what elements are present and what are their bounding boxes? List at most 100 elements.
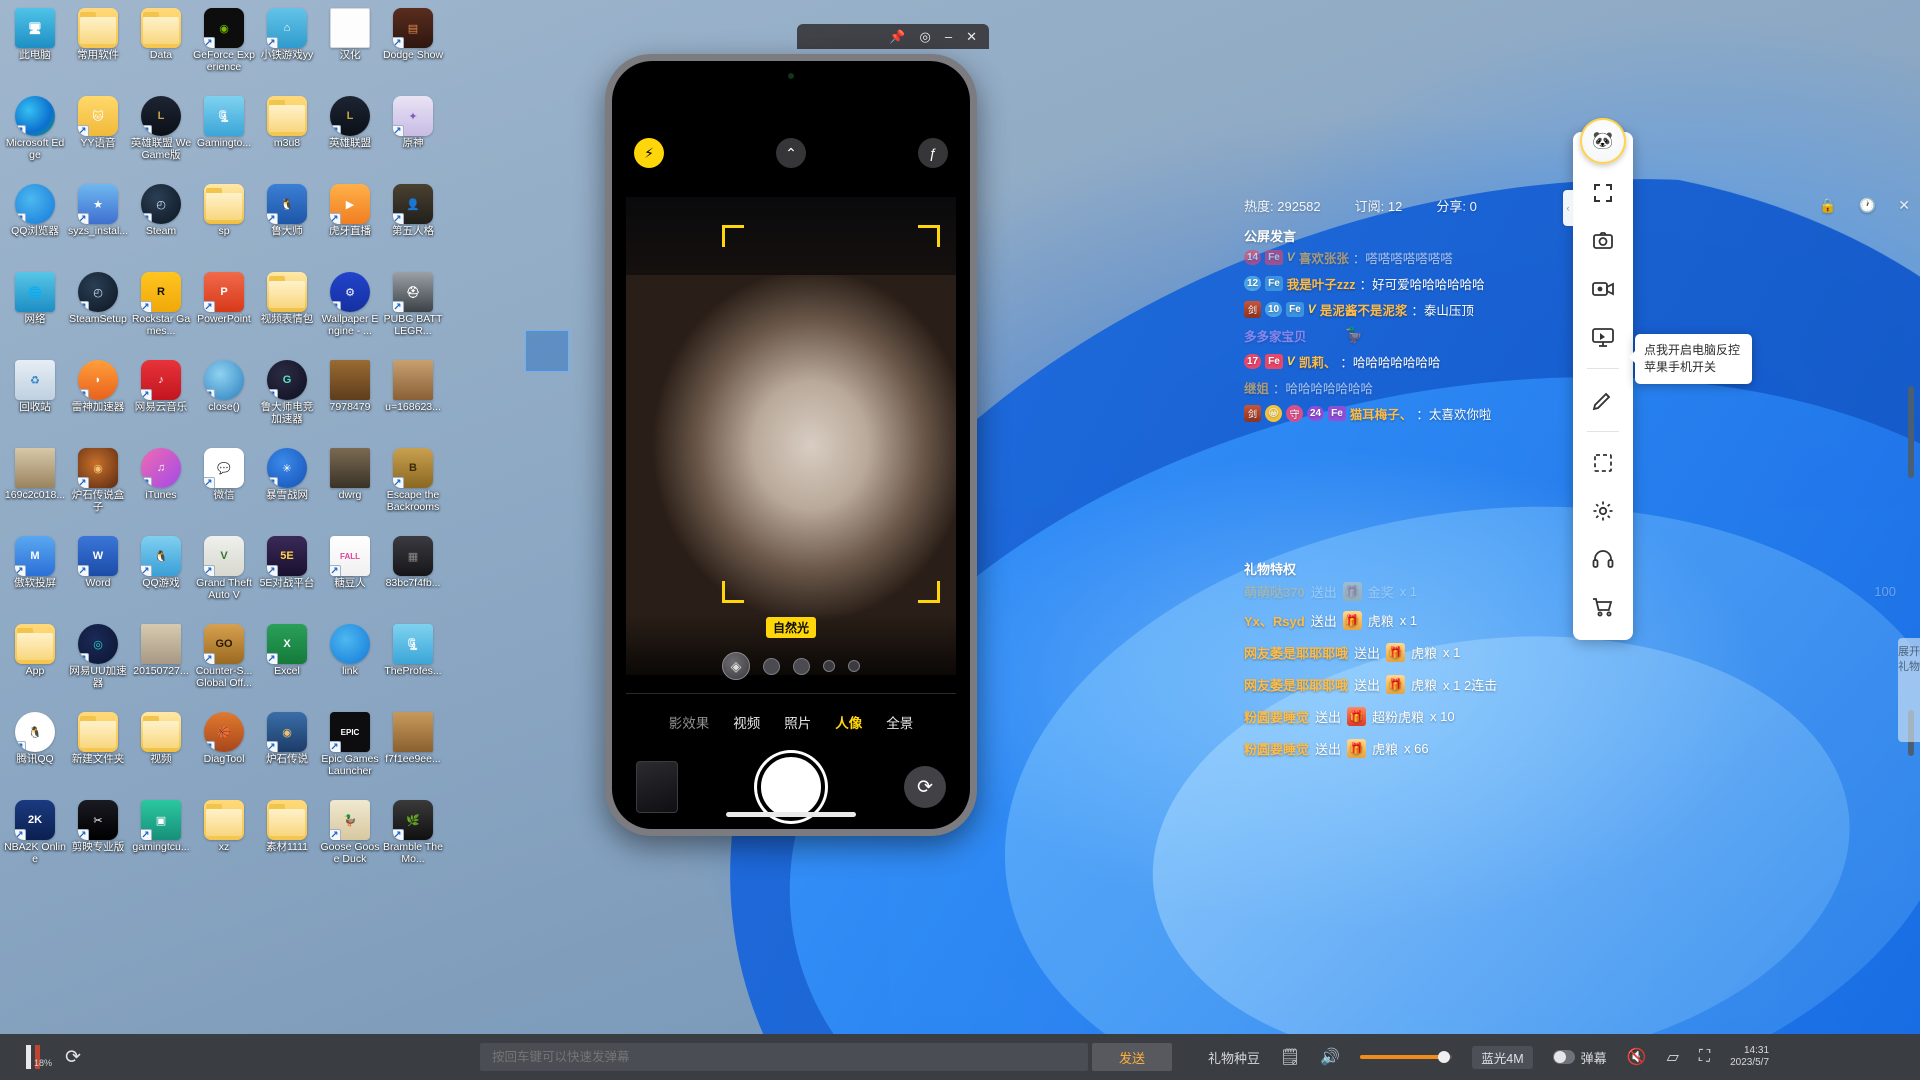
minimize-button[interactable]: – [945,30,952,43]
gift-sender-name[interactable]: 粉圆要睡觉 [1244,707,1309,726]
chat-message-row[interactable]: 继姐 ：哈哈哈哈哈哈哈 [1244,374,1896,400]
volume-slider[interactable] [1360,1051,1453,1063]
camera-mode-0[interactable]: 影效果 [669,712,710,732]
desktop-icon-14[interactable]: ↗ QQ浏览器 [4,180,66,268]
desktop-icon-46[interactable]: 5E ↗ 5E对战平台 [256,532,318,620]
danmu-input[interactable] [480,1043,1088,1071]
desktop-icon-51[interactable]: 20150727... [130,620,192,708]
pause-icon[interactable]: 18% [16,1042,52,1072]
desktop-icon-16[interactable]: ◴ ↗ Steam [130,180,192,268]
desktop-icon-50[interactable]: ◎ ↗ 网易UU加速器 [67,620,129,708]
danmu-toggle[interactable]: 弹幕 [1552,1048,1607,1067]
desktop-icon-36[interactable]: ◉ ↗ 炉石传说盒子 [67,444,129,532]
lock-icon[interactable]: 🔒 [1819,197,1836,214]
quality-selector[interactable]: 蓝光4M [1472,1045,1533,1069]
desktop-icon-40[interactable]: dwrg [319,444,381,532]
desktop-icon-15[interactable]: ★ ↗ syzs_instal... [67,180,129,268]
pip-icon[interactable]: ▱ [1667,1047,1679,1067]
desktop-icon-53[interactable]: X ↗ Excel [256,620,318,708]
desktop-icon-54[interactable]: link [319,620,381,708]
desktop-icon-39[interactable]: ✳ ↗ 暴雪战网 [256,444,318,532]
desktop-icon-1[interactable]: 常用软件 [67,4,129,92]
desktop-icon-11[interactable]: m3u8 [256,92,318,180]
camera-mode-1[interactable]: 视频 [733,712,760,732]
close-icon[interactable]: ✕ [1898,197,1910,214]
desktop-icon-24[interactable]: P ↗ PowerPoint [193,268,255,356]
flip-camera-icon[interactable]: ⟳ [904,766,946,808]
camera-viewfinder[interactable] [626,197,956,675]
shutter-button[interactable] [757,753,825,821]
gift-sender-name[interactable]: 网友萎是耶耶耶哦 [1244,643,1348,662]
desktop-icon-30[interactable]: ♪ ↗ 网易云音乐 [130,356,192,444]
camera-mode-3[interactable]: 人像 [835,712,862,732]
desktop-icon-45[interactable]: V ↗ Grand Theft Auto V [193,532,255,620]
chat-username[interactable]: 继姐 [1244,378,1269,397]
chat-username[interactable]: 我是叶子zzz [1287,274,1356,293]
desktop-icon-52[interactable]: GO ↗ Counter-S... Global Off... [193,620,255,708]
volume-icon[interactable]: 🔊 [1320,1047,1340,1067]
desktop-icon-12[interactable]: L ↗ 英雄联盟 [319,92,381,180]
desktop-icon-34[interactable]: u=168623... [382,356,444,444]
danmu-toggle-switch[interactable] [1552,1050,1575,1064]
desktop-icon-68[interactable]: 🦆 ↗ Goose Goose Duck [319,796,381,884]
desktop-icon-48[interactable]: ▦ 83bc7f4fb... [382,532,444,620]
desktop-icon-25[interactable]: 视频表情包 [256,268,318,356]
chat-username[interactable]: 凯莉、 [1299,352,1337,371]
expand-gift-panel-button[interactable]: 展开礼物 [1898,638,1920,742]
filter-button[interactable]: ƒ [918,138,948,168]
desktop-icon-6[interactable]: ▤ ↗ Dodge Show [382,4,444,92]
desktop-icon-4[interactable]: ⌂ ↗ 小铁游戏yy [256,4,318,92]
lighting-mode-badge[interactable]: 自然光 [765,617,817,638]
chat-username[interactable]: 猫耳梅子、 [1350,404,1413,423]
desktop-icon-2[interactable]: Data [130,4,192,92]
desktop-icon-43[interactable]: W ↗ Word [67,532,129,620]
chat-message-row[interactable]: 多多家宝贝 🦆 [1244,322,1896,348]
desktop-icon-23[interactable]: R ↗ Rockstar Games... [130,268,192,356]
lighting-option-4[interactable] [848,660,860,672]
lighting-option-3[interactable] [823,660,835,672]
desktop-icon-60[interactable]: ◉ ↗ 炉石传说 [256,708,318,796]
desktop-icon-9[interactable]: L ↗ 英雄联盟 WeGame版 [130,92,192,180]
desktop-icon-64[interactable]: ✂ ↗ 剪映专业版 [67,796,129,884]
desktop-icon-67[interactable]: 素材1111 [256,796,318,884]
desktop-icon-32[interactable]: G ↗ 鲁大师电竞加速器 [256,356,318,444]
volume-slider-knob[interactable] [1438,1051,1451,1063]
desktop-icon-7[interactable]: ↗ Microsoft Edge [4,92,66,180]
desktop-icon-66[interactable]: xz [193,796,255,884]
desktop-icon-59[interactable]: 🏀 ↗ DiagTool [193,708,255,796]
desktop-icon-13[interactable]: ✦ ↗ 原神 [382,92,444,180]
desktop-icon-21[interactable]: 🌐 网络 [4,268,66,356]
history-icon[interactable]: 🕐 [1859,197,1876,214]
phone-screen[interactable]: ⚡ ⌃ ƒ 自然光 ◈ 影效果 视频 照片 人像 全景 ⟳ [612,61,970,829]
camera-icon[interactable]: ◎ [920,30,931,43]
desktop-icon-47[interactable]: FALL ↗ 糖豆人 [319,532,381,620]
mute-icon[interactable]: 🔇 [1627,1047,1647,1067]
gift-sender-name[interactable]: 萌萌哒370 [1244,582,1305,601]
desktop-icon-41[interactable]: B ↗ Escape the Backrooms [382,444,444,532]
desktop-icon-56[interactable]: 🐧 ↗ 腾讯QQ [4,708,66,796]
desktop-icon-57[interactable]: 新建文件夹 [67,708,129,796]
send-button[interactable]: 发送 [1092,1043,1172,1071]
desktop-icon-58[interactable]: 视频 [130,708,192,796]
gift-sender-name[interactable]: 网友萎是耶耶耶哦 [1244,675,1348,694]
desktop-icon-35[interactable]: 169c2c018... [4,444,66,532]
desktop-icon-19[interactable]: ▶ ↗ 虎牙直播 [319,180,381,268]
lighting-option-1[interactable] [763,657,780,675]
chat-message-row[interactable]: 12 Fe 我是叶子zzz ：好可爱哈哈哈哈哈哈 [1244,270,1896,296]
desktop-icon-44[interactable]: 🐧 ↗ QQ游戏 [130,532,192,620]
desktop-icon-33[interactable]: 7978479 [319,356,381,444]
chat-message-row[interactable]: 17 Fe V 凯莉、 ：哈哈哈哈哈哈哈 [1244,348,1896,374]
chat-username[interactable]: 喜欢张张 [1299,248,1349,267]
chat-username[interactable]: 是泥酱不是泥浆 [1320,300,1408,319]
chat-scrollbar[interactable] [1908,386,1914,478]
pin-icon[interactable]: 📌 [889,30,905,43]
chat-message-row[interactable]: 14 Fe V 喜欢张张 ：嗒嗒嗒嗒嗒嗒嗒 [1244,244,1896,270]
fullscreen-icon[interactable]: ⛶ [1699,1048,1710,1066]
desktop-icon-18[interactable]: 🐧 ↗ 鲁大师 [256,180,318,268]
desktop-icon-61[interactable]: EPIC ↗ Epic Games Launcher [319,708,381,796]
chevron-up-icon[interactable]: ⌃ [776,138,806,168]
portrait-cube-icon[interactable]: ◈ [722,652,750,680]
portrait-lighting-selector[interactable]: ◈ [612,649,970,683]
desktop-icon-8[interactable]: 🐱 ↗ YY语音 [67,92,129,180]
gift-bean-button[interactable]: 礼物种豆 [1208,1048,1260,1067]
